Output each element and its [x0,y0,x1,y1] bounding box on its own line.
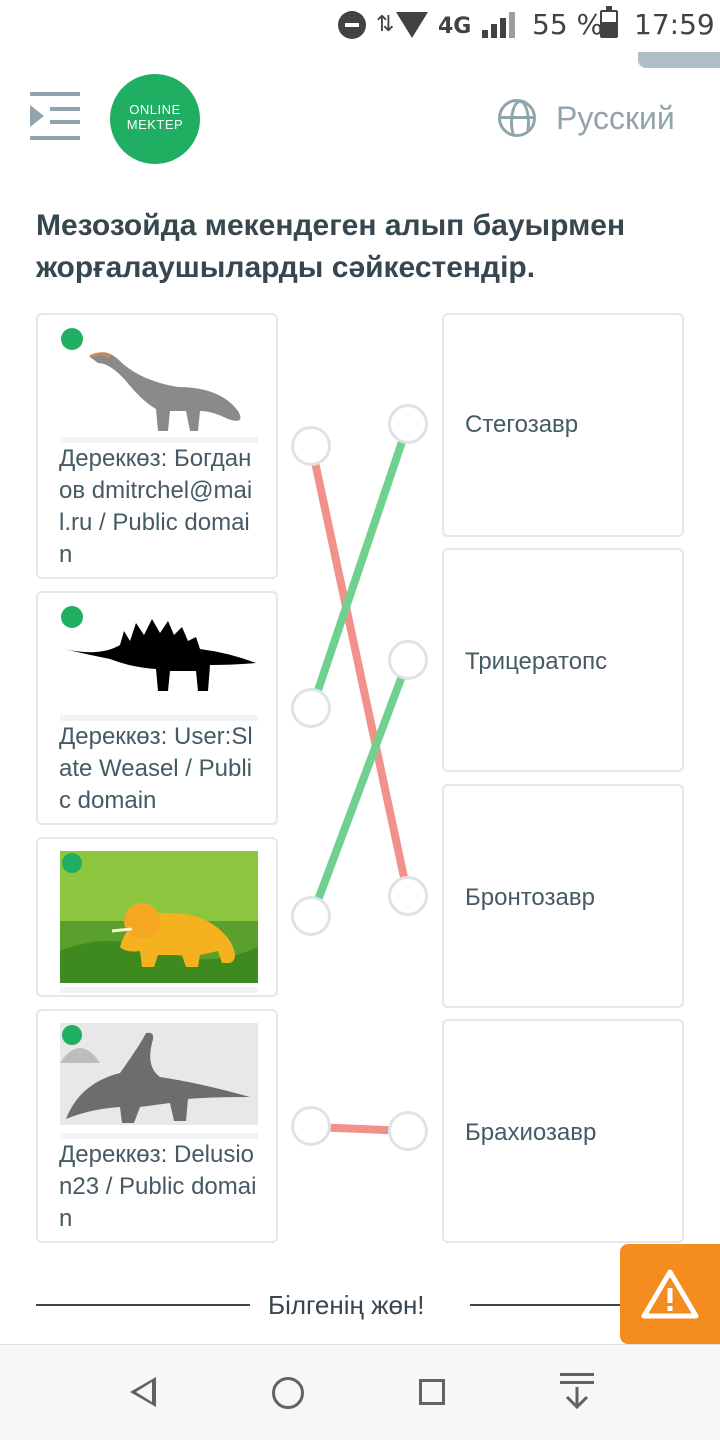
stegosaurus-image [60,605,258,721]
wifi-icon [396,12,428,38]
option-label: Бронтозавр [465,884,595,911]
system-navigation-bar [0,1344,720,1440]
status-bar: ⇅ 4G 55 % 17:59 [0,0,720,50]
right-card-2[interactable]: Трицератопс [442,548,684,772]
left-card-caption: Дереккөз: Delusion23 / Public domain [59,1141,257,1232]
question-text: Мезозойда мекендеген алып бауырмен жорға… [36,209,626,284]
menu-icon[interactable] [30,92,80,142]
battery-icon [600,6,618,38]
left-card-2[interactable]: Дереккөз: User:Slate Weasel / Public dom… [36,591,278,825]
signal-icon [482,12,516,38]
online-mektep-logo[interactable]: ONLINE MEKTEP [110,74,200,164]
clock: 17:59 [634,8,715,41]
left-card-caption: Дереккөз: Богданов dmitrchel@mail.ru / P… [59,445,253,568]
corner-tab[interactable] [638,52,720,68]
report-problem-button[interactable] [620,1244,720,1344]
left-connector-2[interactable] [291,688,331,728]
right-card-3[interactable]: Бронтозавр [442,784,684,1008]
left-connector-1[interactable] [291,426,331,466]
language-switcher[interactable]: Русский [498,96,675,140]
right-connector-2[interactable] [388,640,428,680]
left-card-4[interactable]: Дереккөз: Delusion23 / Public domain [36,1009,278,1243]
left-card-caption: Дереккөз: User:Slate Weasel / Public dom… [59,723,253,814]
option-label: Трицератопс [465,648,608,675]
recent-apps-icon[interactable] [419,1379,445,1405]
divider [36,1304,250,1306]
right-connector-3[interactable] [388,876,428,916]
do-not-disturb-icon [338,11,366,39]
right-card-4[interactable]: Брахиозавр [442,1019,684,1243]
option-label: Стегозавр [465,411,579,438]
data-arrows-icon: ⇅ [376,12,395,37]
left-card-1[interactable]: Дереккөз: Богданов dmitrchel@mail.ru / P… [36,313,278,579]
right-card-1[interactable]: Стегозавр [442,313,684,537]
right-connector-1[interactable] [388,404,428,444]
network-type: 4G [438,14,472,39]
right-connector-4[interactable] [388,1111,428,1151]
hide-keyboard-icon[interactable] [560,1373,594,1413]
left-connector-4[interactable] [291,1106,331,1146]
globe-icon [498,99,536,137]
logo-line-1: ONLINE [129,102,181,117]
language-label: Русский [556,99,675,136]
back-icon[interactable] [130,1377,156,1407]
option-label: Брахиозавр [465,1119,597,1146]
warning-icon [641,1269,699,1319]
left-connector-3[interactable] [291,896,331,936]
brontosaurus-image [60,1023,258,1139]
hint-link[interactable]: Білгенің жөн! [268,1290,425,1321]
divider [470,1304,640,1306]
brachiosaurus-image [60,327,258,443]
battery-percent: 55 % [532,8,604,41]
triceratops-image [60,851,258,993]
home-icon[interactable] [272,1377,304,1409]
left-card-3[interactable] [36,837,278,997]
logo-line-2: MEKTEP [126,117,184,132]
